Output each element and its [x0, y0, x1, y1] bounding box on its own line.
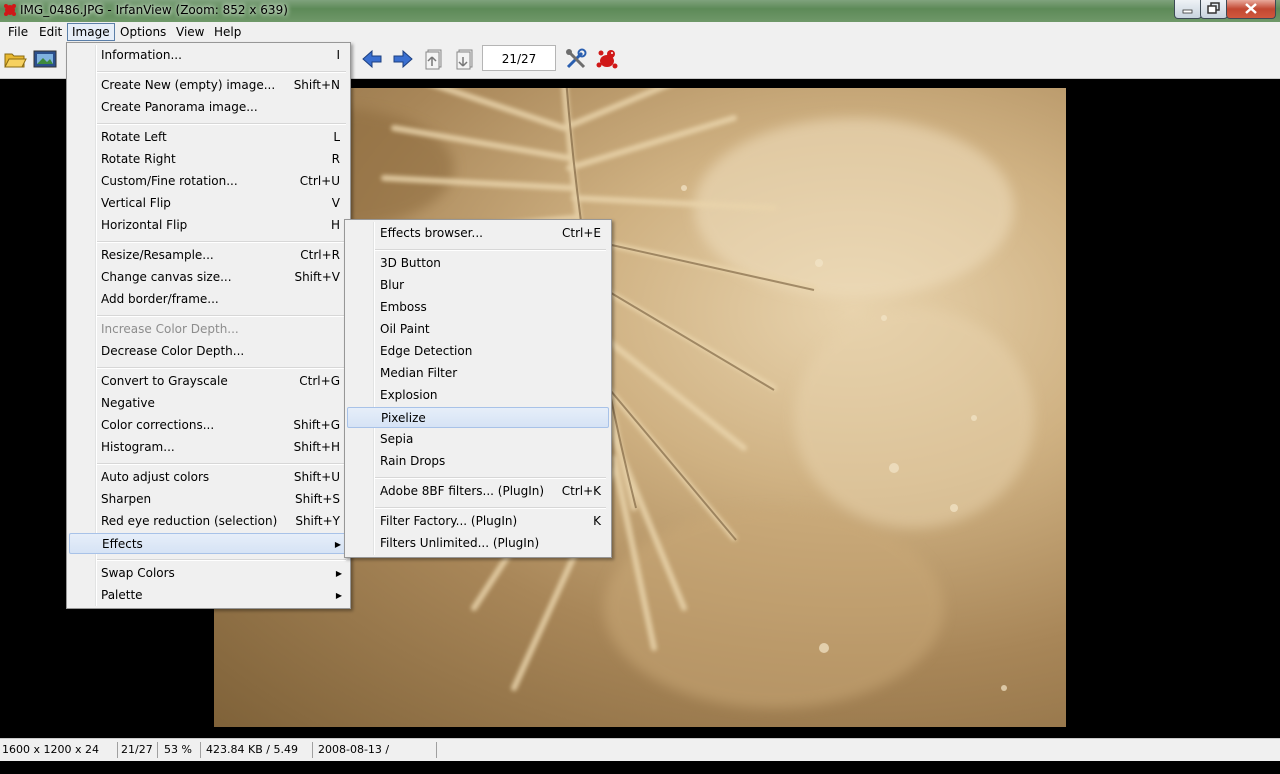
menu-item-effects[interactable]: Effects ▶: [69, 533, 348, 554]
last-page-icon: [456, 49, 473, 70]
menu-bar: File Edit Image Options View Help: [0, 22, 1280, 42]
slideshow-icon: [33, 50, 57, 68]
menu-item-adobe-8bf-filters[interactable]: Adobe 8BF filters... (PlugIn) Ctrl+K: [347, 481, 609, 502]
previous-arrow-icon: [362, 49, 382, 69]
last-page-button[interactable]: [453, 47, 477, 71]
status-zoom: 53 %: [162, 742, 201, 758]
menu-options[interactable]: Options: [116, 24, 170, 40]
menu-item-blur[interactable]: Blur: [347, 275, 609, 296]
image-menu: Information... I Create New (empty) image…: [66, 42, 351, 609]
open-folder-button[interactable]: [3, 47, 27, 71]
title-bar: IMG_0486.JPG - IrfanView (Zoom: 852 x 63…: [0, 0, 1280, 23]
status-datetime: 2008-08-13 / 18:27:40: [316, 742, 437, 772]
menu-item-increase-color-depth: Increase Color Depth...: [101, 322, 239, 336]
menu-item-add-border[interactable]: Add border/frame...: [69, 289, 348, 310]
menu-separator: [97, 315, 346, 317]
restore-icon: [1207, 2, 1220, 14]
menu-item-negative[interactable]: Negative: [69, 393, 348, 414]
next-button[interactable]: [391, 47, 415, 71]
status-dimensions: 1600 x 1200 x 24 BPP: [0, 742, 118, 772]
settings-button[interactable]: [564, 47, 588, 71]
submenu-arrow-icon: ▶: [334, 540, 341, 549]
menu-separator: [375, 477, 606, 479]
menu-item-pixelize[interactable]: Pixelize: [347, 407, 609, 428]
menu-item-median-filter[interactable]: Median Filter: [347, 363, 609, 384]
menu-item-filter-factory[interactable]: Filter Factory... (PlugIn) K: [347, 511, 609, 532]
menu-item-edge-detection[interactable]: Edge Detection: [347, 341, 609, 362]
menu-view[interactable]: View: [172, 24, 208, 40]
menu-file[interactable]: File: [4, 24, 32, 40]
menu-item-rotate-right[interactable]: Rotate Right R: [69, 149, 348, 170]
menu-item-explosion[interactable]: Explosion: [347, 385, 609, 406]
menu-separator: [97, 123, 346, 125]
menu-item-create-panorama[interactable]: Create Panorama image...: [69, 97, 348, 118]
menu-item-change-canvas-size[interactable]: Change canvas size... Shift+V: [69, 267, 348, 288]
menu-item-histogram[interactable]: Histogram... Shift+H: [69, 437, 348, 458]
menu-item-horizontal-flip[interactable]: Horizontal Flip H: [69, 215, 348, 236]
about-button[interactable]: [595, 47, 619, 71]
first-page-icon: [425, 49, 442, 70]
menu-separator: [97, 71, 346, 73]
menu-help[interactable]: Help: [210, 24, 245, 40]
menu-image[interactable]: Image: [67, 23, 115, 41]
minimize-icon: [1182, 9, 1193, 14]
menu-item-sepia[interactable]: Sepia: [347, 429, 609, 450]
menu-item-palette[interactable]: Palette ▶: [69, 585, 348, 606]
window-title: IMG_0486.JPG - IrfanView (Zoom: 852 x 63…: [20, 3, 288, 17]
menu-item-convert-grayscale[interactable]: Convert to Grayscale Ctrl+G: [69, 371, 348, 392]
page-counter-field[interactable]: 21/27: [482, 45, 556, 71]
irfanview-logo-icon: [596, 50, 618, 69]
menu-item-oil-paint[interactable]: Oil Paint: [347, 319, 609, 340]
restore-button[interactable]: [1200, 0, 1228, 19]
menu-edit[interactable]: Edit: [35, 24, 66, 40]
menu-item-rain-drops[interactable]: Rain Drops: [347, 451, 609, 472]
menu-item-create-new-image[interactable]: Create New (empty) image... Shift+N: [69, 75, 348, 96]
menu-item-rotate-left[interactable]: Rotate Left L: [69, 127, 348, 148]
menu-item-red-eye-reduction[interactable]: Red eye reduction (selection) Shift+Y: [69, 511, 348, 532]
settings-tools-icon: [566, 48, 587, 69]
first-page-button[interactable]: [422, 47, 446, 71]
menu-item-custom-rotation[interactable]: Custom/Fine rotation... Ctrl+U: [69, 171, 348, 192]
status-bar: 1600 x 1200 x 24 BPP 21/27 53 % 423.84 K…: [0, 738, 1280, 772]
menu-separator: [97, 559, 346, 561]
submenu-arrow-icon: ▶: [335, 569, 342, 578]
menu-item-filters-unlimited[interactable]: Filters Unlimited... (PlugIn): [347, 533, 609, 554]
effects-submenu: Effects browser... Ctrl+E 3D Button Blur …: [344, 219, 612, 558]
menu-separator: [375, 249, 606, 251]
menu-item-effects-browser[interactable]: Effects browser... Ctrl+E: [347, 223, 609, 244]
menu-item-swap-colors[interactable]: Swap Colors ▶: [69, 563, 348, 584]
status-filesize: 423.84 KB / 5.49 MB: [204, 742, 313, 772]
menu-item-vertical-flip[interactable]: Vertical Flip V: [69, 193, 348, 214]
irfanview-app-icon[interactable]: [3, 3, 17, 17]
menu-separator: [97, 367, 346, 369]
open-folder-icon: [4, 53, 27, 68]
menu-item-information[interactable]: Information... I: [69, 45, 348, 66]
minimize-button[interactable]: [1174, 0, 1202, 19]
menu-item-decrease-color-depth[interactable]: Decrease Color Depth...: [69, 341, 348, 362]
submenu-arrow-icon: ▶: [335, 591, 342, 600]
menu-item-color-corrections[interactable]: Color corrections... Shift+G: [69, 415, 348, 436]
menu-item-resize-resample[interactable]: Resize/Resample... Ctrl+R: [69, 245, 348, 266]
next-arrow-icon: [393, 49, 413, 69]
slideshow-button[interactable]: [33, 47, 57, 71]
menu-separator: [97, 241, 346, 243]
menu-separator: [375, 507, 606, 509]
menu-item-3d-button[interactable]: 3D Button: [347, 253, 609, 274]
menu-separator: [97, 463, 346, 465]
close-button[interactable]: [1226, 0, 1276, 19]
menu-item-auto-adjust-colors[interactable]: Auto adjust colors Shift+U: [69, 467, 348, 488]
menu-item-sharpen[interactable]: Sharpen Shift+S: [69, 489, 348, 510]
menu-item-emboss[interactable]: Emboss: [347, 297, 609, 318]
close-icon: [1245, 3, 1257, 14]
previous-button[interactable]: [360, 47, 384, 71]
status-index: 21/27: [119, 742, 158, 758]
